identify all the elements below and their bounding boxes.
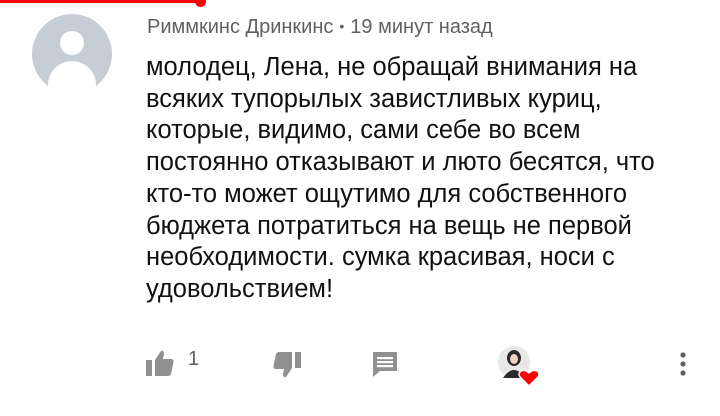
- comment-actions: 1: [0, 340, 720, 388]
- thumbs-up-icon[interactable]: [145, 348, 175, 378]
- avatar-body: [48, 61, 96, 94]
- comment-timestamp[interactable]: 19 минут назад: [350, 16, 492, 38]
- avatar[interactable]: [32, 14, 112, 94]
- like-count: 1: [188, 348, 200, 370]
- meta-separator: •: [339, 18, 345, 34]
- progress-scrubber[interactable]: [195, 0, 206, 7]
- reply-icon[interactable]: [370, 349, 400, 379]
- avatar-head: [60, 31, 84, 55]
- comment-text: молодец, Лена, не обращай внимания на вс…: [146, 53, 655, 303]
- video-progress-bar[interactable]: [0, 0, 720, 7]
- progress-fill: [0, 0, 200, 3]
- comment-meta: Риммкинс Дринкинс • 19 минут назад: [147, 16, 493, 40]
- more-vertical-icon[interactable]: [676, 350, 690, 380]
- creator-heart-icon: [498, 346, 540, 388]
- thumbs-down-icon[interactable]: [272, 350, 302, 380]
- author-name[interactable]: Риммкинс Дринкинс: [147, 16, 333, 38]
